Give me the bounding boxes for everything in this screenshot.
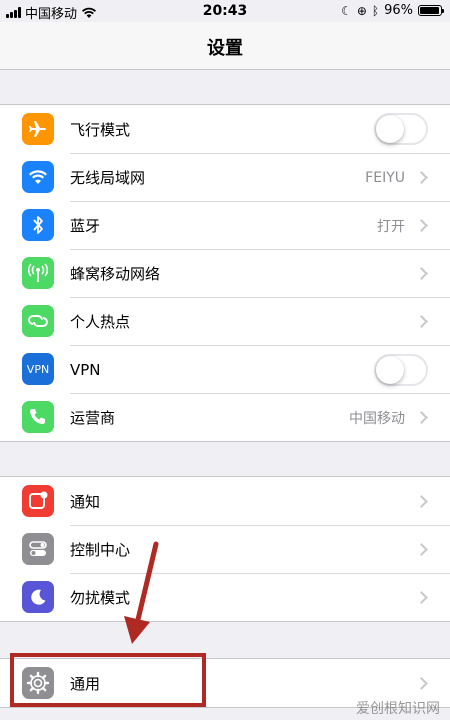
chevron-right-icon xyxy=(415,676,428,690)
airplane-icon xyxy=(22,113,54,145)
settings-row-airplane[interactable]: 飞行模式 xyxy=(0,105,450,153)
settings-row-label: VPN xyxy=(70,360,101,379)
settings-row-label: 运营商 xyxy=(70,409,116,427)
hotspot-icon xyxy=(22,305,54,337)
chevron-right-icon xyxy=(415,543,428,556)
chevron-right-icon xyxy=(415,591,428,604)
bluetooth-status-icon: ᛒ xyxy=(371,3,380,18)
settings-row-label: 控制中心 xyxy=(70,541,131,559)
vpn-icon: VPN xyxy=(22,353,54,385)
toggle-knob xyxy=(376,115,404,143)
watermark: 爱创根知识网 xyxy=(356,701,440,717)
settings-row-hotspot[interactable]: 个人热点 xyxy=(0,297,450,345)
notification-icon xyxy=(22,485,54,517)
moon-status-icon: ☾ xyxy=(341,3,352,18)
cellular-icon xyxy=(22,257,54,289)
settings-group-notifications: 通知控制中心勿扰模式 xyxy=(0,476,450,622)
settings-row-label: 飞行模式 xyxy=(70,120,131,139)
settings-row-detail: FEIYU xyxy=(365,169,405,186)
bluetooth-icon xyxy=(22,209,54,241)
settings-row-detail: 打开 xyxy=(377,218,405,235)
chevron-right-icon xyxy=(415,494,428,508)
chevron-right-icon xyxy=(415,171,428,184)
settings-row-label: 蓝牙 xyxy=(70,217,101,235)
chevron-right-icon xyxy=(415,315,428,328)
control-center-icon xyxy=(22,533,54,565)
toggle-switch[interactable] xyxy=(374,353,428,386)
settings-row-cellular[interactable]: 蜂窝移动网络 xyxy=(0,249,450,297)
settings-row-label: 通知 xyxy=(70,492,101,511)
chevron-right-icon xyxy=(415,219,428,232)
toggle-knob xyxy=(376,355,404,384)
settings-row-notification[interactable]: 通知 xyxy=(0,477,450,525)
chevron-right-icon xyxy=(415,411,428,424)
settings-row-moon[interactable]: 勿扰模式 xyxy=(0,573,450,621)
settings-row-label: 蜂窝移动网络 xyxy=(70,265,161,283)
chevron-right-icon xyxy=(415,267,428,280)
annotation-highlight-box xyxy=(10,653,206,707)
settings-row-label: 无线局域网 xyxy=(70,169,146,187)
settings-row-label: 勿扰模式 xyxy=(70,589,131,607)
moon-icon xyxy=(22,581,54,613)
battery-icon xyxy=(418,5,444,16)
settings-row-phone[interactable]: 运营商 中国移动 xyxy=(0,393,450,441)
settings-row-control-center[interactable]: 控制中心 xyxy=(0,525,450,573)
phone-icon xyxy=(22,401,54,433)
toggle-switch[interactable] xyxy=(374,113,428,145)
page-title: 设置 xyxy=(207,38,243,59)
rotation-lock-icon: ⊕ xyxy=(356,3,367,18)
settings-row-detail: 中国移动 xyxy=(349,410,405,427)
settings-row-wifi[interactable]: 无线局域网 FEIYU xyxy=(0,153,450,201)
settings-row-vpn[interactable]: VPN VPN xyxy=(0,345,450,393)
settings-group-connectivity: 飞行模式无线局域网 FEIYU 蓝牙 打开蜂窝移动网络 个人热点 VPN VPN 运营商 中国移… xyxy=(0,104,450,442)
wifi-icon xyxy=(22,161,54,193)
settings-row-bluetooth[interactable]: 蓝牙 打开 xyxy=(0,201,450,249)
battery-percent: 96% xyxy=(384,3,413,18)
nav-bar: 设置 xyxy=(0,22,450,70)
status-bar: 中国移动 20:43 ☾ ⊕ ᛒ 96% xyxy=(0,0,450,22)
settings-row-label: 个人热点 xyxy=(70,313,131,331)
